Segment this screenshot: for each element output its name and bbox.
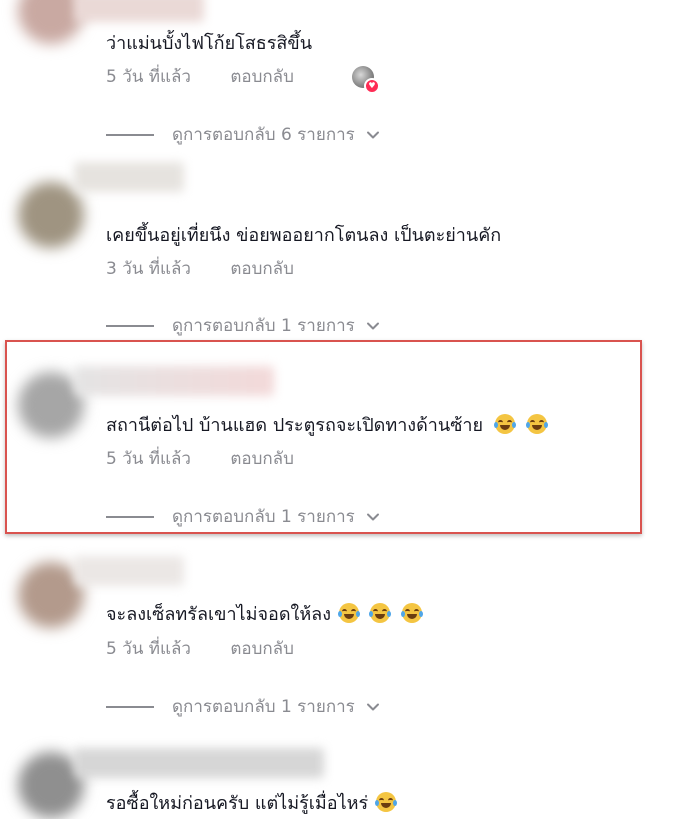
username-blurred[interactable] [74, 556, 184, 586]
comment-meta: 3 วัน ที่แล้ว ตอบกลับ [106, 258, 294, 280]
comment-text: สถานีต่อไป บ้านแฮด ประตูรถจะเปิดทางด้านซ… [106, 414, 548, 438]
creator-liked-badge: ♥ [352, 66, 380, 94]
view-replies-label: ดูการตอบกลับ 1 รายการ [172, 316, 355, 336]
comment-meta: 5 วัน ที่แล้ว ตอบกลับ [106, 66, 294, 88]
comment-text-body: รอซื้อใหม่ก่อนครับ แต่ไม่รู้เมื่อไหร่ [106, 793, 369, 814]
username-blurred[interactable] [74, 366, 274, 396]
comment-meta: 5 วัน ที่แล้ว ตอบกลับ [106, 638, 294, 660]
view-replies-label: ดูการตอบกลับ 1 รายการ [172, 507, 355, 527]
rolling-laughing-emoji [374, 792, 397, 812]
laughing-emoji [401, 603, 424, 623]
chevron-down-icon [366, 513, 379, 521]
reply-button[interactable]: ตอบกลับ [230, 639, 294, 659]
reply-button[interactable]: ตอบกลับ [230, 449, 294, 469]
heart-icon: ♥ [364, 78, 380, 94]
view-replies-button[interactable]: ดูการตอบกลับ 6 รายการ [106, 124, 381, 146]
comment-text-body: สถานีต่อไป บ้านแฮด ประตูรถจะเปิดทางด้านซ… [106, 415, 484, 436]
comment-text: ว่าแม่นบั้งไฟโก้ยโสธรสิขึ้น [106, 33, 313, 54]
username-blurred[interactable] [74, 748, 324, 778]
view-replies-label: ดูการตอบกลับ 1 รายการ [172, 697, 355, 717]
reply-button[interactable]: ตอบกลับ [230, 259, 294, 279]
view-replies-button[interactable]: ดูการตอบกลับ 1 รายการ [106, 696, 381, 718]
comment-time: 3 วัน ที่แล้ว [106, 259, 191, 279]
comment-text: รอซื้อใหม่ก่อนครับ แต่ไม่รู้เมื่อไหร่ [106, 792, 397, 816]
laughing-emoji [369, 603, 392, 623]
view-replies-button[interactable]: ดูการตอบกลับ 1 รายการ [106, 315, 381, 337]
divider-line [106, 516, 154, 518]
chevron-down-icon [366, 703, 379, 711]
comment-text: จะลงเซ็ลทรัลเขาไม่จอดให้ลง [106, 603, 424, 627]
comment-time: 5 วัน ที่แล้ว [106, 449, 191, 469]
username-blurred[interactable] [74, 162, 184, 192]
rolling-laughing-emoji [493, 414, 516, 434]
divider-line [106, 325, 154, 327]
view-replies-label: ดูการตอบกลับ 6 รายการ [172, 125, 355, 145]
comment-text: เคยขึ้นอยู่เที่ยนึง ข่อยพออยากโตนลง เป็น… [106, 225, 502, 246]
reply-button[interactable]: ตอบกลับ [230, 67, 294, 87]
comment-text-body: จะลงเซ็ลทรัลเขาไม่จอดให้ลง [106, 604, 331, 625]
comment-meta: 5 วัน ที่แล้ว ตอบกลับ [106, 448, 294, 470]
laughing-emoji [337, 603, 360, 623]
chevron-down-icon [366, 322, 379, 330]
username-blurred[interactable] [74, 0, 204, 22]
rolling-laughing-emoji [525, 414, 548, 434]
divider-line [106, 134, 154, 136]
comment-time: 5 วัน ที่แล้ว [106, 639, 191, 659]
avatar[interactable] [18, 182, 84, 248]
comment-time: 5 วัน ที่แล้ว [106, 67, 191, 87]
view-replies-button[interactable]: ดูการตอบกลับ 1 รายการ [106, 506, 381, 528]
chevron-down-icon [366, 131, 379, 139]
divider-line [106, 706, 154, 708]
